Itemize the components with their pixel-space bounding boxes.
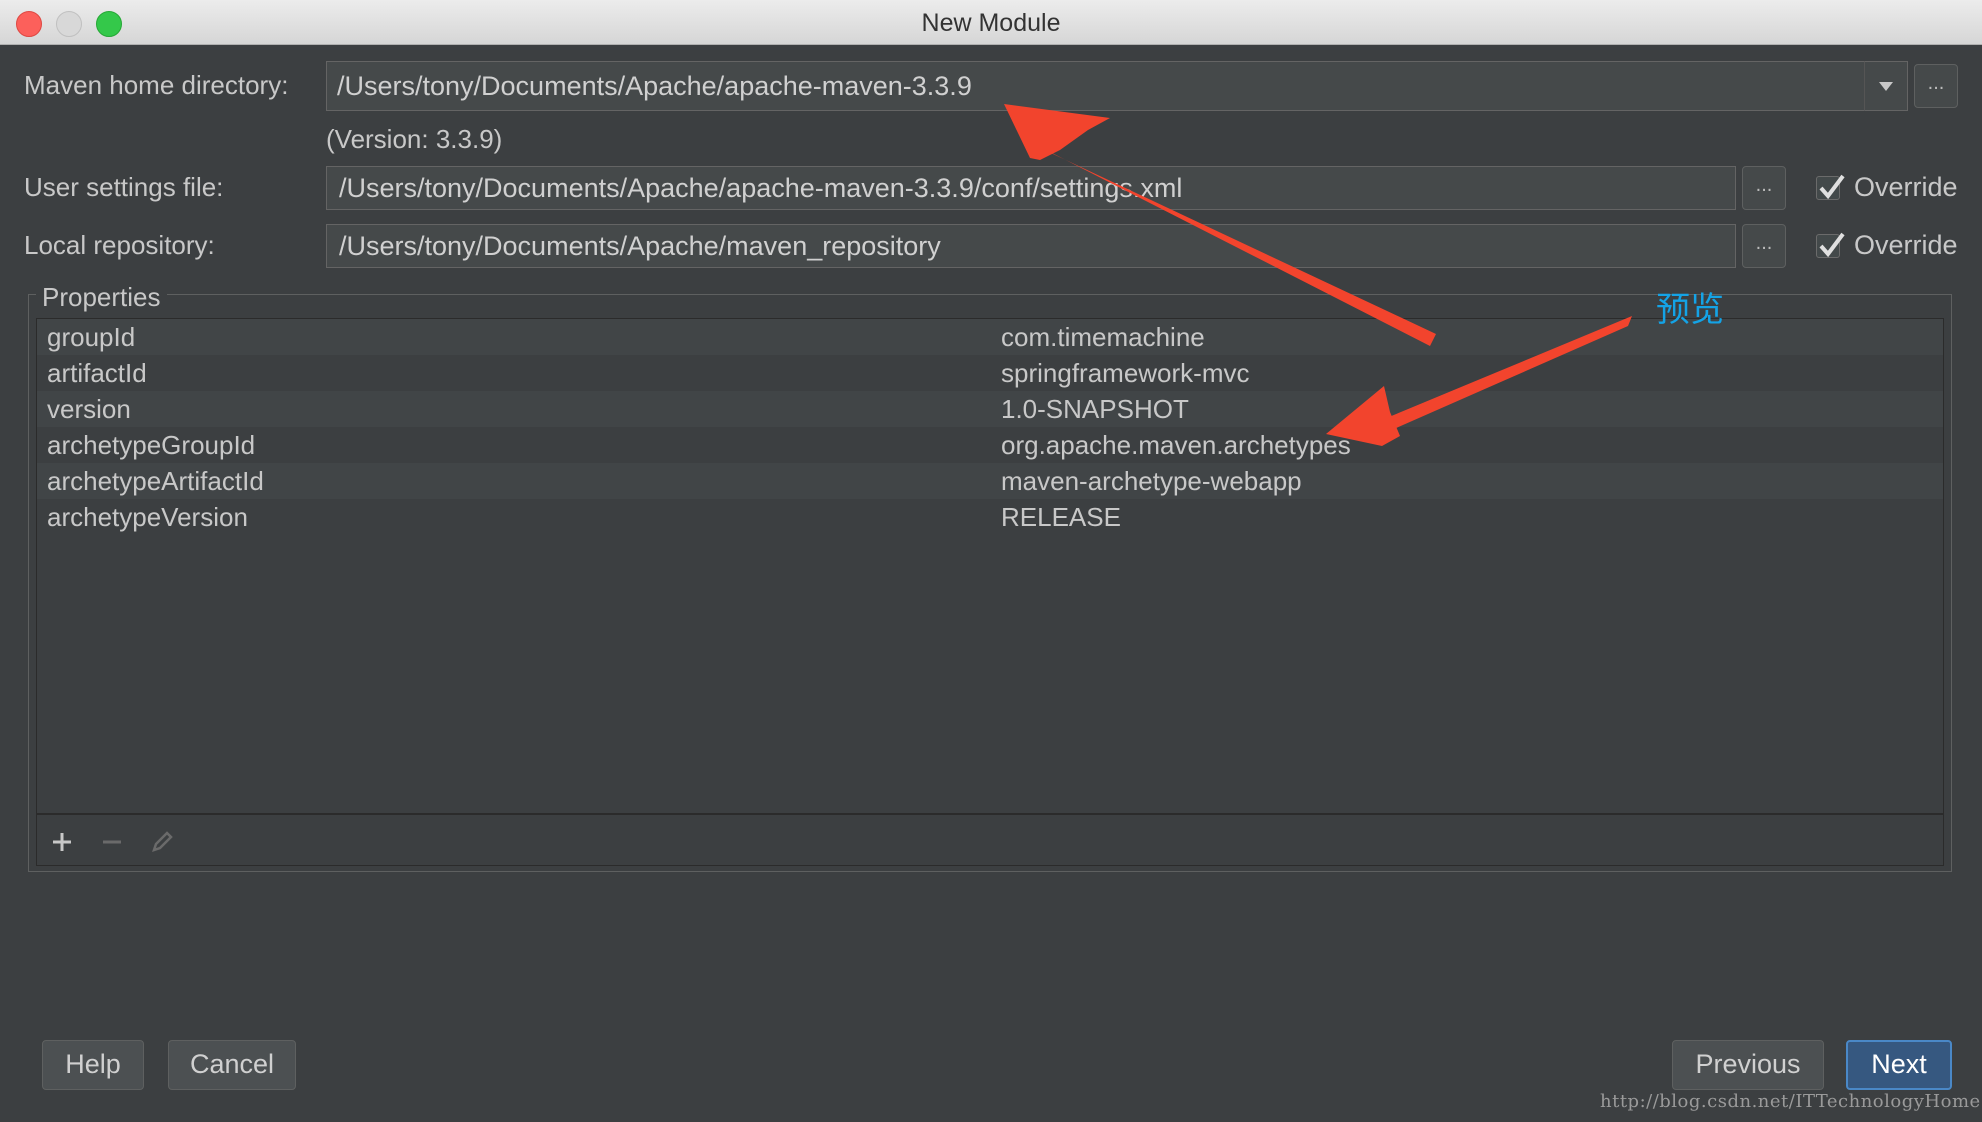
property-value: com.timemachine — [1001, 322, 1205, 352]
local-repository-override-checkbox[interactable] — [1816, 232, 1845, 258]
maven-version-text: (Version: 3.3.9) — [326, 124, 503, 154]
watermark-text: http://blog.csdn.net/ITTechnologyHome — [1600, 1091, 1981, 1112]
table-row[interactable]: artifactId springframework-mvc — [37, 355, 1943, 391]
title-bar: New Module — [0, 0, 1982, 45]
local-repository-browse-button[interactable]: ... — [1742, 224, 1786, 268]
properties-table: groupId com.timemachine artifactId sprin… — [36, 318, 1944, 814]
property-value: 1.0-SNAPSHOT — [1001, 394, 1189, 424]
table-row[interactable]: archetypeGroupId org.apache.maven.archet… — [37, 427, 1943, 463]
user-settings-override-label[interactable]: Override — [1854, 172, 1958, 203]
chevron-down-icon — [1879, 82, 1893, 91]
local-repository-field[interactable]: /Users/tony/Documents/Apache/maven_repos… — [326, 224, 1736, 268]
local-repository-override-label[interactable]: Override — [1854, 230, 1958, 261]
property-key: archetypeGroupId — [47, 430, 256, 460]
property-key: archetypeArtifactId — [47, 466, 264, 496]
add-icon[interactable] — [47, 827, 77, 857]
table-row[interactable]: archetypeArtifactId maven-archetype-weba… — [37, 463, 1943, 499]
property-value: springframework-mvc — [1001, 358, 1250, 388]
property-value: RELEASE — [1001, 502, 1121, 532]
property-key: archetypeVersion — [47, 502, 248, 532]
property-key: groupId — [47, 322, 136, 352]
property-value: maven-archetype-webapp — [1001, 466, 1302, 496]
table-row[interactable]: version 1.0-SNAPSHOT — [37, 391, 1943, 427]
property-key: version — [47, 394, 131, 424]
annotation-text: 预览 — [1656, 291, 1724, 329]
maven-home-dropdown-button[interactable] — [1864, 61, 1908, 111]
checkmark-icon — [1819, 174, 1845, 200]
user-settings-browse-button[interactable]: ... — [1742, 166, 1786, 210]
maven-home-combobox[interactable]: /Users/tony/Documents/Apache/apache-mave… — [326, 61, 1866, 111]
local-repository-label: Local repository: — [24, 230, 215, 260]
maven-home-label: Maven home directory: — [24, 70, 289, 100]
property-key: artifactId — [47, 358, 147, 388]
edit-icon[interactable] — [147, 827, 177, 857]
user-settings-field[interactable]: /Users/tony/Documents/Apache/apache-mave… — [326, 166, 1736, 210]
maven-home-browse-button[interactable]: ... — [1914, 64, 1958, 108]
user-settings-override-checkbox[interactable] — [1816, 174, 1845, 200]
table-row[interactable]: archetypeVersion RELEASE — [37, 499, 1943, 535]
help-button[interactable]: Help — [42, 1040, 144, 1090]
remove-icon[interactable] — [97, 827, 127, 857]
next-button[interactable]: Next — [1846, 1040, 1952, 1090]
window-title: New Module — [921, 9, 1061, 37]
properties-toolbar — [36, 814, 1944, 866]
user-settings-label: User settings file: — [24, 172, 224, 202]
previous-button[interactable]: Previous — [1672, 1040, 1824, 1090]
property-value: org.apache.maven.archetypes — [1001, 430, 1351, 460]
checkmark-icon — [1819, 232, 1845, 258]
cancel-button[interactable]: Cancel — [168, 1040, 296, 1090]
properties-title: Properties — [36, 282, 167, 313]
